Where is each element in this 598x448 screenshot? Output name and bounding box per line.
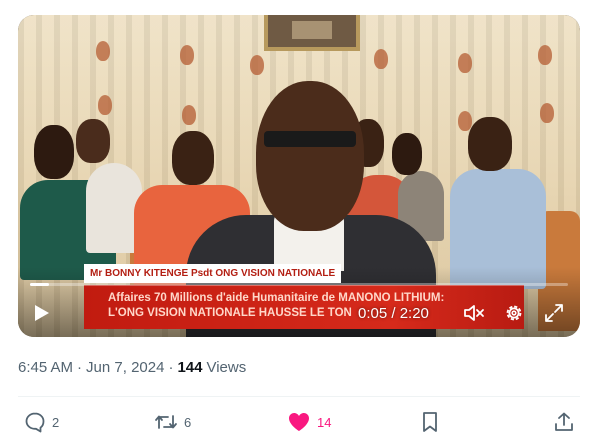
post-date[interactable]: Jun 7, 2024	[86, 359, 164, 376]
meta-separator: ·	[168, 358, 174, 376]
video-player[interactable]: Mr BONNY KITENGE Psdt ONG VISION NATIONA…	[18, 15, 580, 337]
reply-button[interactable]: 2	[24, 409, 59, 435]
time-display: 0:05 / 2:20	[358, 304, 429, 322]
progress-bar[interactable]	[30, 283, 568, 286]
repost-button[interactable]: 6	[154, 409, 191, 435]
mute-icon	[464, 305, 484, 321]
mute-button[interactable]	[462, 301, 486, 325]
settings-button[interactable]	[502, 301, 526, 325]
share-button[interactable]	[553, 409, 575, 435]
fullscreen-icon	[545, 304, 563, 322]
reply-icon	[25, 412, 45, 433]
headline-line-1: Affaires 70 Millions d'aide Humanitaire …	[108, 292, 445, 304]
views-count[interactable]: 144	[177, 359, 202, 376]
bookmark-icon	[423, 412, 437, 432]
fullscreen-button[interactable]	[542, 301, 566, 325]
views-label: Views	[206, 358, 247, 376]
post-meta: 6:45 AM · Jun 7, 2024 · 144 Views	[18, 356, 246, 378]
share-icon	[555, 412, 573, 431]
bookmark-button[interactable]	[420, 409, 440, 435]
heart-icon	[289, 413, 309, 431]
play-button[interactable]	[30, 301, 54, 325]
video-frame: Mr BONNY KITENGE Psdt ONG VISION NATIONA…	[18, 15, 580, 337]
headline-line-2: L'ONG VISION NATIONALE HAUSSE LE TON	[108, 307, 352, 319]
wall-picture-frame	[264, 15, 360, 51]
play-icon	[35, 305, 49, 321]
meta-separator: ·	[77, 358, 83, 376]
repost-count: 6	[184, 414, 192, 430]
progress-fill	[30, 283, 50, 286]
like-count: 14	[317, 414, 332, 430]
repost-icon	[155, 415, 177, 429]
settings-icon	[506, 305, 522, 321]
post-time[interactable]: 6:45 AM	[18, 359, 73, 376]
lower-third-name: Mr BONNY KITENGE Psdt ONG VISION NATIONA…	[84, 264, 342, 283]
divider	[18, 396, 580, 397]
reply-count: 2	[52, 414, 60, 430]
news-headline-banner: Affaires 70 Millions d'aide Humanitaire …	[84, 285, 524, 329]
like-button[interactable]: 14	[287, 409, 331, 435]
